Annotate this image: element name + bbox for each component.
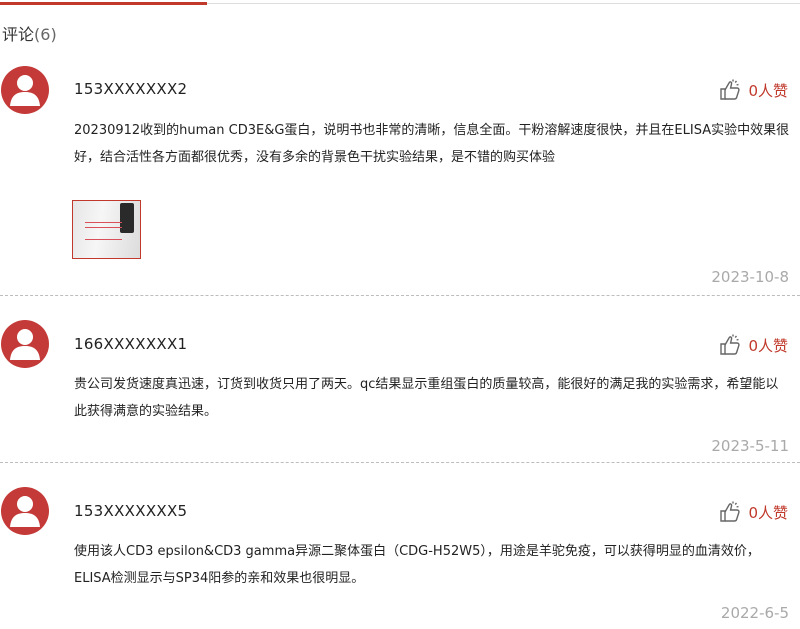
comment-text: 贵公司发货速度真迅速，订货到收货只用了两天。qc结果显示重组蛋白的质量较高，能很… <box>74 377 779 419</box>
user-avatar-icon <box>1 320 49 368</box>
like-count: 0人赞 <box>748 81 788 100</box>
comment-date: 2023-5-11 <box>711 437 789 455</box>
like-button[interactable]: 0人赞 <box>718 500 788 524</box>
comment-date: 2023-10-8 <box>711 268 789 286</box>
comments-heading: 评论(6) <box>2 21 57 45</box>
like-button[interactable]: 0人赞 <box>718 78 788 102</box>
comment-username: 153XXXXXXX2 <box>74 80 188 98</box>
thumbs-up-icon <box>720 79 741 100</box>
thumbs-up-icon <box>720 334 741 355</box>
comment-date: 2022-6-5 <box>720 604 789 622</box>
comments-title: 评论 <box>2 25 35 44</box>
like-count: 0人赞 <box>748 336 788 355</box>
section-top-border <box>0 2 800 5</box>
thumbs-up-icon <box>720 501 741 522</box>
active-tab-indicator <box>0 2 207 5</box>
user-avatar-icon <box>1 487 49 535</box>
comments-count: (6) <box>34 25 57 44</box>
comment-divider <box>0 462 800 463</box>
comment-text: 20230912收到的human CD3E&G蛋白，说明书也非常的清晰，信息全面… <box>74 123 790 165</box>
comment-username: 166XXXXXXX1 <box>74 335 188 353</box>
comment-text: 使用该人CD3 epsilon&CD3 gamma异源二聚体蛋白（CDG-H52… <box>74 544 760 586</box>
comment-username: 153XXXXXXX5 <box>74 502 188 520</box>
like-count: 0人赞 <box>748 503 788 522</box>
comment-divider <box>0 295 800 296</box>
comment-photo-thumbnail[interactable] <box>72 200 141 259</box>
user-avatar-icon <box>1 66 49 114</box>
like-button[interactable]: 0人赞 <box>718 333 788 357</box>
